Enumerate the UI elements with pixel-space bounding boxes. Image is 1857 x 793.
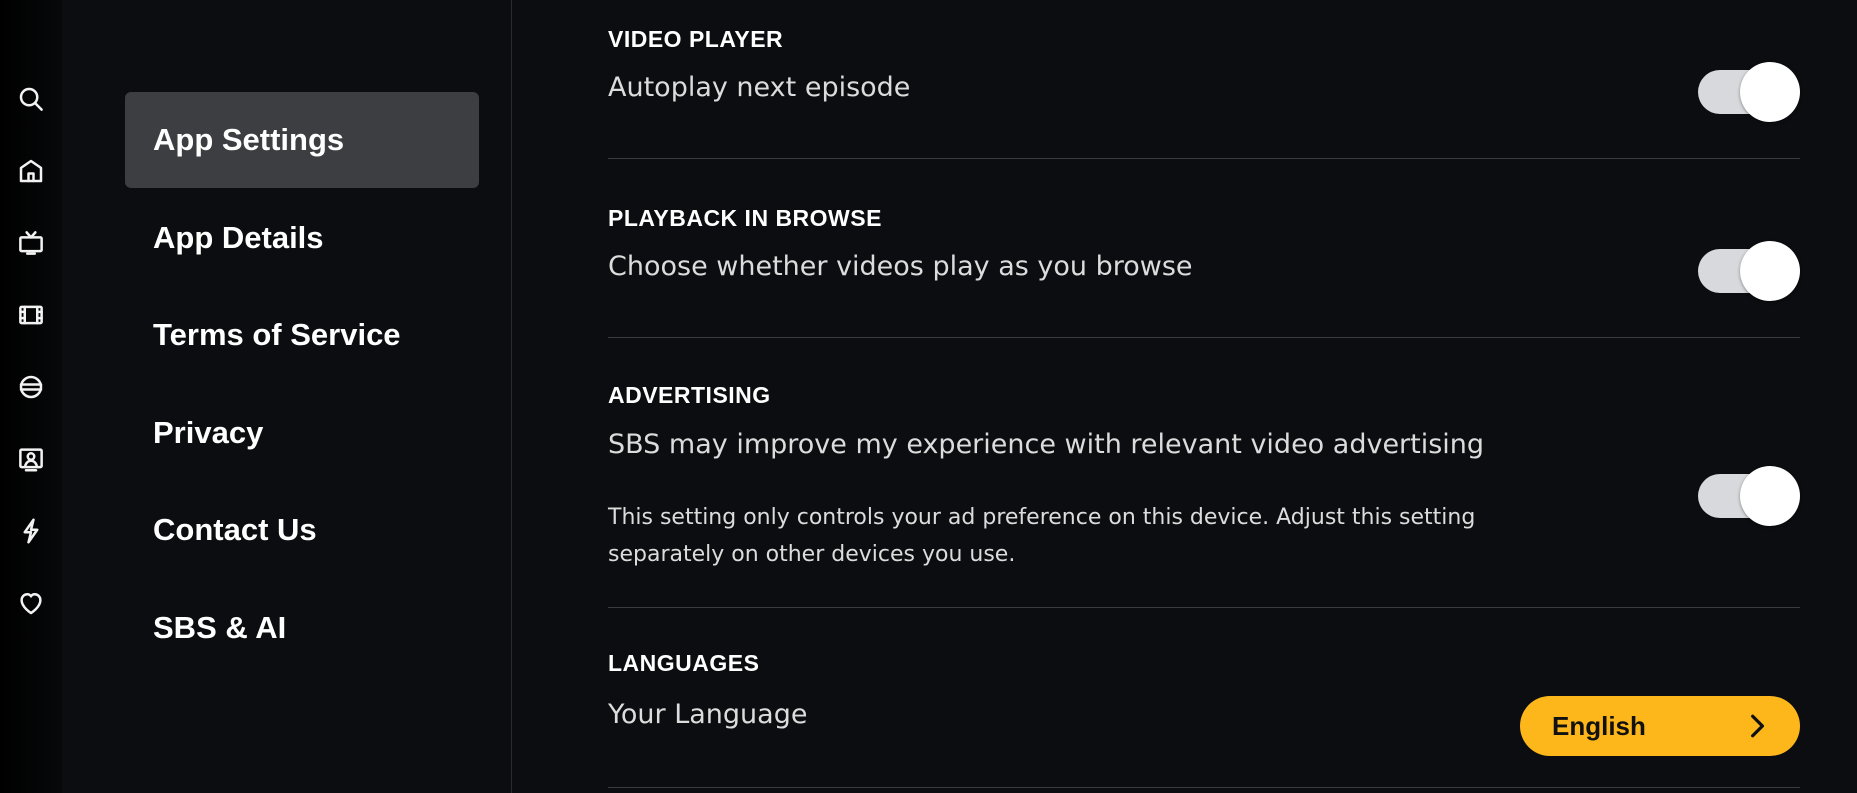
language-select-button[interactable]: English <box>1520 696 1800 756</box>
section-note: This setting only controls your ad prefe… <box>608 505 1476 567</box>
section-title: VIDEO PLAYER <box>608 26 784 52</box>
icon-rail <box>0 0 62 793</box>
section-title: LANGUAGES <box>608 650 760 676</box>
advertising-section: ADVERTISING SBS may improve my experienc… <box>608 338 1800 608</box>
settings-content: VIDEO PLAYER Autoplay next episode PLAYB… <box>608 0 1800 793</box>
menu-item-contact-us[interactable]: Contact Us <box>125 482 479 578</box>
languages-section: LANGUAGES Your Language English <box>608 608 1800 788</box>
menu-item-app-settings[interactable]: App Settings <box>125 92 479 188</box>
menu-item-app-details[interactable]: App Details <box>125 190 479 286</box>
film-icon[interactable] <box>13 297 49 333</box>
section-description: SBS may improve my experience with relev… <box>608 429 1485 460</box>
toggle-knob <box>1740 466 1800 526</box>
flash-icon[interactable] <box>13 513 49 549</box>
toggle-knob <box>1740 62 1800 122</box>
autoplay-toggle[interactable] <box>1698 62 1800 122</box>
section-title: PLAYBACK IN BROWSE <box>608 205 882 231</box>
heart-icon[interactable] <box>13 585 49 621</box>
chevron-right-icon <box>1751 714 1765 738</box>
tv-icon[interactable] <box>13 225 49 261</box>
section-description: Choose whether videos play as you browse <box>608 251 1193 282</box>
sport-icon[interactable] <box>13 369 49 405</box>
settings-menu: App Settings App Details Terms of Servic… <box>62 0 512 793</box>
menu-item-sbs-ai[interactable]: SBS & AI <box>125 580 479 676</box>
video-player-section: VIDEO PLAYER Autoplay next episode <box>608 0 1800 159</box>
search-icon[interactable] <box>13 81 49 117</box>
home-icon[interactable] <box>13 153 49 189</box>
language-button-label: English <box>1552 710 1646 741</box>
menu-item-privacy[interactable]: Privacy <box>125 385 479 481</box>
menu-item-terms-of-service[interactable]: Terms of Service <box>125 287 479 383</box>
toggle-knob <box>1740 241 1800 301</box>
profile-icon[interactable] <box>13 441 49 477</box>
playback-in-browse-toggle[interactable] <box>1698 241 1800 301</box>
section-description: Autoplay next episode <box>608 72 911 103</box>
section-title: ADVERTISING <box>608 382 771 408</box>
section-description: Your Language <box>608 699 808 730</box>
playback-section: PLAYBACK IN BROWSE Choose whether videos… <box>608 159 1800 338</box>
advertising-toggle[interactable] <box>1698 466 1800 526</box>
